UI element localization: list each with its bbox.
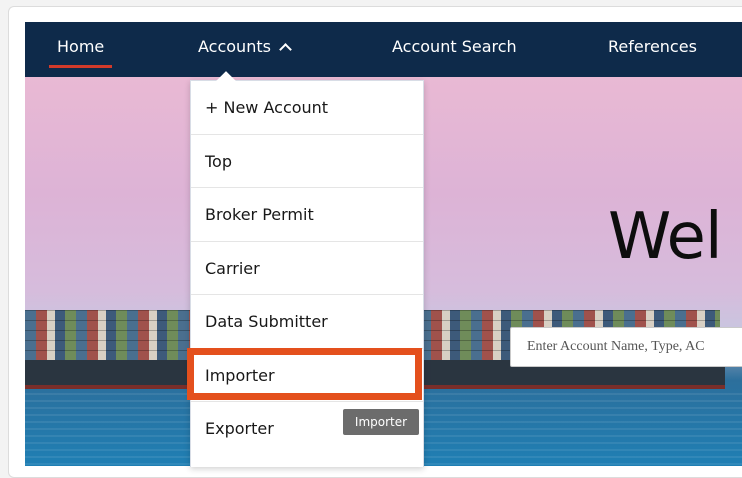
welcome-heading: Wel — [608, 200, 723, 274]
nav-home[interactable]: Home — [48, 22, 113, 77]
nav-accounts-label: Accounts — [198, 37, 271, 56]
container-stack — [25, 350, 195, 360]
top-navigation-bar: Home Accounts Account Search References — [25, 22, 742, 77]
menu-item-data-submitter[interactable]: Data Submitter — [191, 295, 423, 349]
menu-item-label: Carrier — [205, 258, 260, 278]
menu-item-carrier[interactable]: Carrier — [191, 242, 423, 295]
container-stack — [25, 310, 195, 320]
nav-accounts[interactable]: Accounts — [198, 22, 292, 77]
container-stack — [25, 340, 195, 350]
menu-item-broker-permit[interactable]: Broker Permit — [191, 188, 423, 242]
container-stack — [25, 330, 195, 340]
nav-account-search-label: Account Search — [392, 37, 517, 56]
nav-references[interactable]: References — [608, 22, 697, 77]
menu-item-label: Data Submitter — [205, 312, 328, 331]
nav-home-label: Home — [57, 37, 105, 56]
nav-account-search[interactable]: Account Search — [392, 22, 517, 77]
menu-item-label: Exporter — [205, 419, 274, 438]
menu-item-importer[interactable]: Importer — [191, 349, 423, 402]
menu-item-label: Broker Permit — [205, 205, 314, 224]
nav-references-label: References — [608, 37, 697, 56]
menu-item-label: Top — [205, 151, 232, 171]
account-search-input[interactable] — [510, 327, 742, 367]
container-stack — [420, 310, 720, 320]
menu-item-new-account[interactable]: + New Account — [191, 81, 423, 135]
menu-item-label: Importer — [205, 365, 275, 385]
menu-item-label: + New Account — [205, 98, 329, 117]
importer-tooltip: Importer — [343, 409, 419, 435]
container-stack — [25, 320, 195, 330]
menu-item-top[interactable]: Top — [191, 135, 423, 188]
chevron-up-icon — [279, 43, 292, 56]
